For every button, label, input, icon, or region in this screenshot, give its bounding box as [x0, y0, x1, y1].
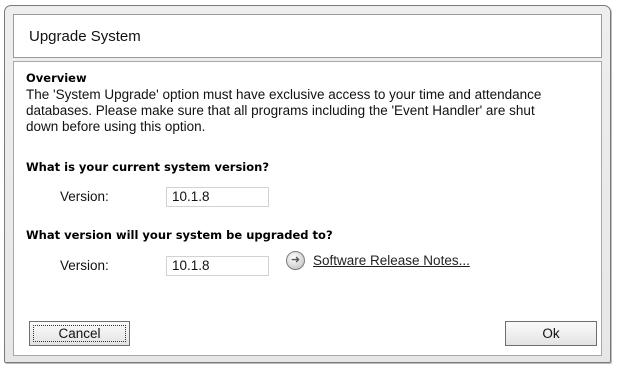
- overview-text: The 'System Upgrade' option must have ex…: [26, 87, 588, 135]
- dialog-content: Overview The 'System Upgrade' option mus…: [13, 61, 602, 356]
- software-release-notes-label: Software Release Notes...: [313, 253, 470, 268]
- current-version-label: Version:: [60, 189, 109, 204]
- upgrade-system-dialog: Upgrade System Overview The 'System Upgr…: [4, 5, 611, 363]
- software-release-notes-link[interactable]: ➜ Software Release Notes...: [286, 251, 470, 270]
- ok-button-label: Ok: [542, 326, 560, 341]
- dialog-title: Upgrade System: [13, 14, 602, 58]
- cancel-button[interactable]: Cancel: [29, 321, 130, 346]
- overview-line: The 'System Upgrade' option must have ex…: [26, 87, 542, 102]
- ok-button[interactable]: Ok: [505, 321, 597, 346]
- target-version-label: Version:: [60, 258, 109, 273]
- current-version-field: 10.1.8: [166, 187, 269, 207]
- current-version-heading: What is your current system version?: [26, 160, 269, 174]
- overview-line: databases. Please make sure that all pro…: [26, 103, 535, 118]
- focus-rectangle: [33, 325, 126, 342]
- overview-line: down before using this option.: [26, 119, 206, 134]
- target-version-heading: What version will your system be upgrade…: [26, 228, 333, 242]
- overview-heading: Overview: [26, 71, 87, 85]
- arrow-circle-icon: ➜: [286, 251, 305, 270]
- target-version-field: 10.1.8: [166, 256, 269, 276]
